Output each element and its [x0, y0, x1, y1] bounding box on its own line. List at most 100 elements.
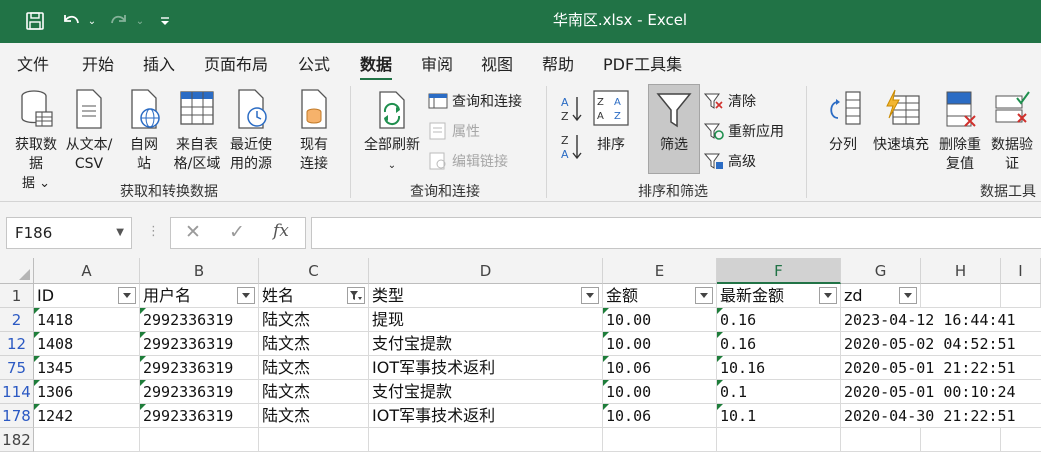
table-cell[interactable]: 支付宝提款 [369, 332, 603, 356]
table-cell[interactable]: 陆文杰 [259, 308, 369, 332]
remove-duplicates-button[interactable]: 删除重复值 [936, 88, 984, 174]
table-cell[interactable]: 陆文杰 [259, 356, 369, 380]
queries-connections-button[interactable]: 查询和连接 [428, 90, 522, 112]
tab-page-layout[interactable]: 页面布局 [204, 51, 268, 75]
table-cell[interactable] [717, 428, 841, 452]
tab-help[interactable]: 帮助 [542, 51, 574, 75]
filter-active-icon[interactable] [347, 287, 365, 304]
column-header-b[interactable]: B [140, 258, 259, 284]
confirm-icon[interactable]: ✓ [229, 221, 245, 243]
table-cell[interactable]: 陆文杰 [259, 380, 369, 404]
tab-view[interactable]: 视图 [481, 51, 513, 75]
column-header-g[interactable]: G [841, 258, 921, 284]
tab-review[interactable]: 审阅 [421, 51, 453, 75]
from-table-range-button[interactable]: 来自表格/区域 [171, 88, 223, 174]
table-cell[interactable]: 2020-05-02 04:52:51 [841, 332, 1041, 356]
table-cell[interactable]: 2020-05-01 00:10:24 [841, 380, 1041, 404]
column-header-a[interactable]: A [34, 258, 140, 284]
from-web-button[interactable]: 自网站 [122, 88, 166, 174]
table-cell[interactable]: 0.16 [717, 332, 841, 356]
sort-ascending-button[interactable]: AZ [556, 94, 586, 130]
table-cell[interactable]: 提现 [369, 308, 603, 332]
clear-filter-button[interactable]: 清除 [704, 90, 756, 112]
filter-dropdown-icon[interactable] [118, 287, 136, 304]
row-header[interactable]: 178 [0, 404, 34, 428]
table-cell[interactable] [921, 428, 1001, 452]
tab-insert[interactable]: 插入 [143, 51, 175, 75]
header-cell-amount[interactable]: 金额 [603, 284, 717, 308]
table-cell[interactable]: 2992336319 [140, 332, 259, 356]
name-box-dropdown-icon[interactable]: ▼ [116, 218, 124, 248]
tab-formulas[interactable]: 公式 [298, 51, 330, 75]
filter-dropdown-icon[interactable] [899, 287, 917, 304]
table-cell[interactable]: 1306 [34, 380, 140, 404]
column-header-i[interactable]: I [1001, 258, 1041, 284]
column-header-h[interactable]: H [921, 258, 1001, 284]
row-header[interactable]: 182 [0, 428, 34, 452]
table-cell[interactable]: 陆文杰 [259, 404, 369, 428]
table-cell[interactable]: IOT军事技术返利 [369, 404, 603, 428]
header-cell-id[interactable]: ID [34, 284, 140, 308]
table-cell[interactable]: 10.06 [603, 356, 717, 380]
header-cell-zd[interactable]: zd [841, 284, 921, 308]
table-cell[interactable]: 1242 [34, 404, 140, 428]
row-header[interactable]: 114 [0, 380, 34, 404]
filter-button-content[interactable]: 筛选 [648, 88, 700, 155]
table-cell[interactable]: 10.00 [603, 308, 717, 332]
row-header[interactable]: 1 [0, 284, 34, 308]
table-cell[interactable]: 10.00 [603, 380, 717, 404]
column-header-c[interactable]: C [259, 258, 369, 284]
table-cell[interactable]: 2992336319 [140, 380, 259, 404]
sort-button[interactable]: ZA AZ 排序 [591, 88, 631, 155]
table-cell[interactable]: 0.1 [717, 380, 841, 404]
formula-bar-splitter[interactable]: ⋮ [147, 224, 160, 239]
table-cell[interactable]: 2992336319 [140, 308, 259, 332]
table-cell[interactable] [140, 428, 259, 452]
filter-dropdown-icon[interactable] [695, 287, 713, 304]
table-cell[interactable] [1001, 284, 1041, 308]
filter-dropdown-icon[interactable] [237, 287, 255, 304]
text-to-columns-button[interactable]: 分列 [822, 88, 864, 155]
filter-dropdown-icon[interactable] [581, 287, 599, 304]
table-cell[interactable]: 10.16 [717, 356, 841, 380]
table-cell[interactable]: IOT军事技术返利 [369, 356, 603, 380]
table-cell[interactable] [841, 428, 921, 452]
table-cell[interactable]: 0.16 [717, 308, 841, 332]
table-cell[interactable]: 10.06 [603, 404, 717, 428]
tab-home[interactable]: 开始 [82, 51, 114, 75]
reapply-button[interactable]: 重新应用 [704, 120, 784, 142]
table-cell[interactable]: 2992336319 [140, 404, 259, 428]
tab-pdf-tools[interactable]: PDF工具集 [603, 51, 682, 75]
column-header-d[interactable]: D [369, 258, 603, 284]
table-cell[interactable]: 1408 [34, 332, 140, 356]
insert-function-icon[interactable]: fx [273, 221, 289, 241]
table-cell[interactable]: 2023-04-12 16:44:41 [841, 308, 1041, 332]
from-text-csv-button[interactable]: 从文本/CSV [63, 88, 115, 174]
table-cell[interactable]: 2020-05-01 21:22:51 [841, 356, 1041, 380]
formula-input[interactable] [311, 217, 1041, 249]
flash-fill-button[interactable]: 快速填充 [868, 88, 934, 155]
table-cell[interactable] [34, 428, 140, 452]
table-cell[interactable] [921, 284, 1001, 308]
header-cell-username[interactable]: 用户名 [140, 284, 259, 308]
table-cell[interactable]: 2020-04-30 21:22:51 [841, 404, 1041, 428]
filter-dropdown-icon[interactable] [819, 287, 837, 304]
select-all-button[interactable] [0, 258, 34, 284]
table-cell[interactable]: 2992336319 [140, 356, 259, 380]
existing-connections-button[interactable]: 现有连接 [292, 88, 336, 174]
table-cell[interactable]: 陆文杰 [259, 332, 369, 356]
table-cell[interactable] [259, 428, 369, 452]
header-cell-latest-amount[interactable]: 最新金额 [717, 284, 841, 308]
column-header-f[interactable]: F [717, 258, 841, 284]
row-header[interactable]: 75 [0, 356, 34, 380]
table-cell[interactable]: 1418 [34, 308, 140, 332]
table-cell[interactable]: 1345 [34, 356, 140, 380]
advanced-filter-button[interactable]: 高级 [704, 150, 756, 172]
recent-sources-button[interactable]: 最近使用的源 [226, 88, 276, 174]
table-cell[interactable]: 10.00 [603, 332, 717, 356]
refresh-all-button[interactable]: 全部刷新 ⌄ [360, 88, 424, 175]
cancel-icon[interactable]: ✕ [185, 221, 201, 243]
tab-file[interactable]: 文件 [17, 51, 49, 75]
table-cell[interactable] [369, 428, 603, 452]
tab-data[interactable]: 数据 [360, 51, 393, 81]
